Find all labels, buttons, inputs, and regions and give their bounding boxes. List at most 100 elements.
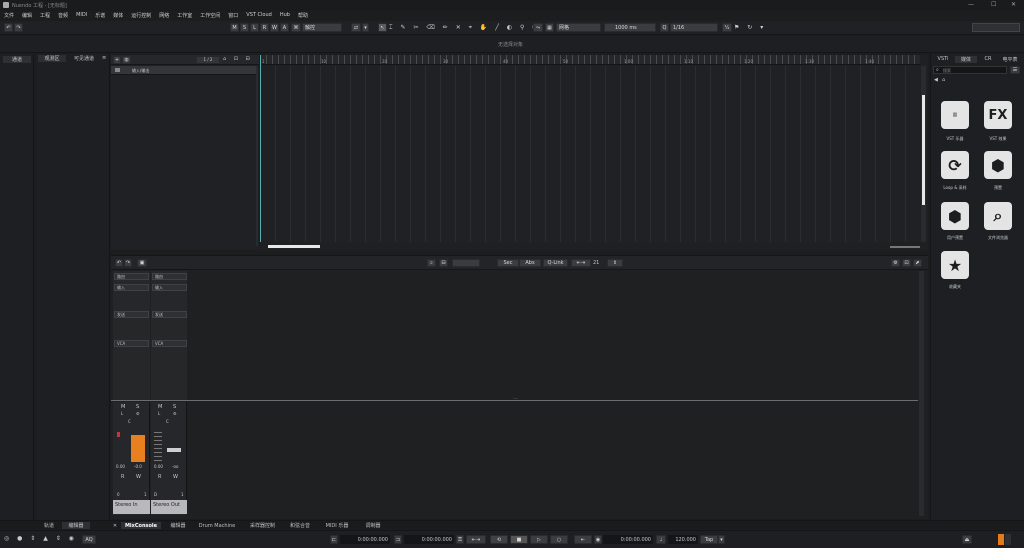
tools-icons[interactable]: ⌶ ✎ ✂ ⌫ ✏ ✕ ⌖ ✋ ╱ ◐ ⚲ ✉ (389, 24, 540, 32)
play-button[interactable]: ▷ (530, 535, 548, 544)
channel-name[interactable]: Stereo In (113, 500, 150, 514)
mode-w-button[interactable]: W (270, 23, 279, 32)
divider-handle-icon[interactable]: ⋯ (513, 396, 518, 402)
track-view-icons[interactable]: ⌂ ⊡ ⊟ (223, 56, 253, 62)
grid-select[interactable]: 网格 (556, 23, 601, 32)
record-button[interactable]: ○ (550, 535, 568, 544)
pan-value[interactable]: C (166, 419, 169, 424)
fader[interactable] (167, 448, 181, 452)
snap-icon[interactable]: ⤳ (533, 23, 543, 32)
menu-item[interactable]: 窗口 (228, 12, 238, 20)
qlink-button[interactable]: Q-Link (543, 259, 568, 267)
mode-r-button[interactable]: R (260, 23, 269, 32)
mixer-settings-icon[interactable]: ⚙ (891, 259, 900, 267)
routing-label[interactable]: 路由 (152, 273, 187, 280)
undo-button[interactable]: ↶ (4, 23, 13, 32)
listen-button[interactable]: L (158, 411, 160, 416)
tab-chord-pads[interactable]: 和弦合音 (285, 522, 315, 529)
aq-button[interactable]: AQ (82, 535, 96, 544)
maximize-icon[interactable]: ☐ (991, 1, 996, 8)
search-channel-icon[interactable]: ⌕ (427, 259, 436, 267)
stop-button[interactable]: ■ (510, 535, 528, 544)
mode-s-button[interactable]: S (240, 23, 249, 32)
cycle-button[interactable]: ⟲ (490, 535, 508, 544)
favorites-icon[interactable]: ★ (941, 251, 969, 279)
tab-sampler-control[interactable]: 采样器控制 (245, 522, 280, 529)
fader[interactable] (131, 435, 145, 462)
home-icon[interactable]: ⌂ (942, 77, 945, 83)
ruler[interactable]: 1 10 20 30 40 50 1:00 1:10 1:20 1:30 1:4… (260, 55, 920, 65)
mixer-windows-icon[interactable]: ⊡ (902, 259, 911, 267)
vca-label[interactable]: VCA (114, 340, 149, 347)
mixer-config-icon[interactable]: ▣ (137, 259, 147, 267)
lock-icon[interactable]: ⚿ (456, 535, 464, 544)
tab-modulators[interactable]: 调制器 (358, 522, 388, 529)
tempo-dropdown[interactable]: ▾ (718, 535, 725, 544)
edit-mode-icon[interactable]: ⇄ (351, 23, 361, 32)
position-icon[interactable]: ◉ (594, 535, 602, 544)
project-cursor[interactable] (260, 55, 261, 242)
solo-button[interactable]: S (136, 404, 139, 410)
tap-button[interactable]: Tap (700, 535, 718, 544)
right-locator-icon[interactable]: ⊐ (394, 535, 402, 544)
tab-visibility[interactable]: 可见通道 (68, 55, 100, 62)
menu-item[interactable]: 工作室 (177, 12, 192, 20)
zoom-slider[interactable] (890, 246, 920, 248)
track-list-scroll[interactable] (256, 66, 258, 246)
left-locator-time[interactable]: 0:00:00.000 (340, 535, 390, 544)
tab-midi-remote[interactable]: MIDI 乐器 (322, 522, 352, 529)
position-time[interactable]: 0:00:00.000 (603, 535, 653, 544)
vst-instruments-icon[interactable]: ▥ (941, 101, 969, 129)
channel-count-stepper[interactable]: ⇕ (607, 259, 623, 267)
quantize-fraction[interactable]: ¹⁄₄ (722, 23, 732, 32)
list-view-icon[interactable]: ☰ (1010, 66, 1020, 74)
menu-item[interactable]: 网络 (159, 12, 169, 20)
mode-m-button[interactable]: M (230, 23, 239, 32)
tab-channel[interactable]: 通道 (3, 56, 31, 63)
quantize-select[interactable]: 1/16 (670, 23, 718, 32)
settings-icon[interactable]: ⚙ (136, 411, 140, 416)
mode-l-button[interactable]: L (250, 23, 259, 32)
event-grid[interactable] (260, 66, 920, 242)
mixer-redo-button[interactable]: ↷ (124, 259, 132, 267)
close-icon[interactable]: ✕ (1011, 1, 1016, 8)
tab-tracks[interactable]: 轨道 (38, 522, 60, 529)
menu-item[interactable]: Hub (280, 12, 290, 20)
length-select[interactable]: 1000 ms (604, 23, 656, 32)
read-button[interactable]: R (158, 474, 161, 480)
back-icon[interactable]: ◀ (934, 77, 938, 83)
tab-mixconsole[interactable]: MixConsole (121, 522, 161, 529)
minimize-icon[interactable]: — (968, 1, 974, 8)
quantize-icon[interactable]: Q (660, 23, 669, 32)
close-lower-zone-icon[interactable]: ✕ (111, 522, 119, 529)
tab-editor-lower[interactable]: 编辑器 (163, 522, 193, 529)
tab-vsti[interactable]: VSTi (933, 56, 953, 63)
channel-name[interactable]: Stereo Out (151, 500, 187, 514)
menu-item[interactable]: 乐谱 (95, 12, 105, 20)
quantize-tools-icons[interactable]: ⚑ ↻ ▾ (734, 24, 766, 31)
tab-inspector[interactable]: 观测区 (38, 55, 66, 62)
vertical-scroll-thumb[interactable] (922, 95, 925, 205)
menu-item[interactable]: 编辑 (22, 12, 32, 20)
tab-media[interactable]: 媒体 (955, 56, 977, 63)
dropdown-icon[interactable]: ▾ (362, 23, 369, 32)
menu-item[interactable]: 工程 (40, 12, 50, 20)
select-tool-icon[interactable]: ↖ (378, 23, 387, 32)
punch-out-icon[interactable]: ⇤ (574, 535, 592, 544)
menu-item[interactable]: 帮助 (298, 12, 308, 20)
grid-icon[interactable]: ▦ (545, 23, 554, 32)
channel-filter-field[interactable] (452, 259, 480, 267)
tempo-icon[interactable]: ♩ (656, 535, 666, 544)
menu-item[interactable]: 媒体 (113, 12, 123, 20)
menu-item[interactable]: 文件 (4, 12, 14, 20)
input-label[interactable]: 输入 (152, 284, 187, 291)
vst-effects-icon[interactable]: FX (984, 101, 1012, 129)
tab-drum-machine[interactable]: Drum Machine (196, 522, 238, 529)
menu-item[interactable]: 运行控制 (131, 12, 151, 20)
loop-samples-icon[interactable]: ⟳ (941, 151, 969, 179)
horizontal-scroll-thumb[interactable] (268, 245, 320, 248)
track-row[interactable]: 输入/输出 (111, 66, 256, 75)
pan-value[interactable]: C (128, 419, 131, 424)
presets-icon[interactable]: ⬢ (984, 151, 1012, 179)
redo-button[interactable]: ↷ (14, 23, 23, 32)
